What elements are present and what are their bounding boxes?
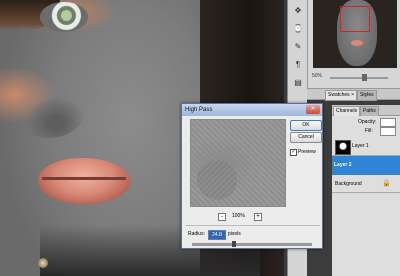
layer-row[interactable]: Layer 1 — [332, 138, 400, 156]
layer-row-selected[interactable]: Layer 2 — [332, 156, 400, 175]
close-icon[interactable]: ✕ — [306, 105, 320, 114]
radius-row: Radius: 24.8 pixels — [188, 230, 318, 240]
layer-row[interactable]: Background 🔒 — [332, 176, 400, 193]
layer-name: Layer 1 — [352, 143, 369, 149]
lips — [38, 158, 130, 204]
zoom-out-button[interactable]: - — [218, 213, 226, 221]
cancel-button[interactable]: Cancel — [290, 132, 322, 143]
brush-icon[interactable]: ✎ — [292, 40, 304, 52]
layer-name: Background — [335, 181, 362, 187]
preview-checkbox[interactable]: ✓ — [290, 149, 297, 156]
history-icon[interactable]: ⌚ — [292, 22, 304, 34]
navigator-zoom-row: 50% — [312, 73, 398, 83]
layer-name: Layer 2 — [334, 162, 352, 168]
radius-label: Radius: — [188, 231, 205, 237]
lock-icon: 🔒 — [382, 180, 391, 187]
swatches-tabbar: Swatches × Styles — [307, 88, 400, 101]
fill-field[interactable] — [380, 127, 396, 136]
navigator-lips — [351, 40, 363, 46]
preview-label: Preview — [298, 149, 316, 155]
ok-button[interactable]: OK — [290, 120, 322, 131]
layers-icon[interactable]: ▤ — [292, 76, 304, 88]
zoom-in-button[interactable]: + — [254, 213, 262, 221]
move-icon[interactable]: ✥ — [292, 4, 304, 16]
high-pass-dialog: High Pass ✕ OK Cancel ✓ Preview - 100% +… — [181, 103, 323, 249]
navigator-zoom-slider[interactable] — [330, 77, 388, 79]
filter-preview[interactable] — [190, 119, 286, 207]
nose — [14, 86, 84, 138]
navigator-zoom-knob[interactable] — [362, 74, 367, 81]
opacity-field[interactable] — [380, 118, 396, 127]
layer-thumbnail — [335, 140, 351, 155]
tab-swatches[interactable]: Swatches × — [325, 90, 357, 101]
navigator-panel: 50% — [307, 0, 400, 88]
navigator-thumbnail[interactable] — [313, 0, 397, 68]
earring — [38, 258, 48, 268]
fill-label: Fill: — [365, 128, 373, 134]
navigator-zoom-value[interactable]: 50% — [312, 73, 322, 79]
radius-slider-knob[interactable] — [232, 241, 236, 247]
paragraph-icon[interactable]: ¶ — [292, 58, 304, 70]
preview-zoom-value: 100% — [232, 213, 245, 219]
radius-unit: pixels — [228, 231, 241, 237]
dialog-title-bar[interactable]: High Pass — [182, 104, 322, 116]
lip-line — [42, 177, 126, 180]
tab-styles[interactable]: Styles — [357, 90, 377, 101]
preview-zoom-controls: - 100% + — [210, 212, 270, 221]
fill-row: Fill: — [332, 127, 400, 136]
opacity-label: Opacity: — [358, 119, 377, 125]
dialog-title: High Pass — [185, 107, 213, 113]
preview-checkbox-row[interactable]: ✓ Preview — [290, 148, 322, 156]
preview-shadow — [197, 160, 237, 200]
opacity-row: Opacity: — [332, 118, 400, 127]
layers-panel: Opacity: Fill: Layer 1 Layer 2 Backgroun… — [332, 116, 400, 276]
radius-slider[interactable] — [192, 243, 312, 246]
dialog-divider — [186, 225, 320, 226]
eye — [40, 2, 88, 32]
navigator-view-box[interactable] — [340, 6, 370, 32]
layers-tabbar: Channels Paths — [332, 105, 400, 117]
radius-input[interactable]: 24.8 — [208, 230, 226, 240]
